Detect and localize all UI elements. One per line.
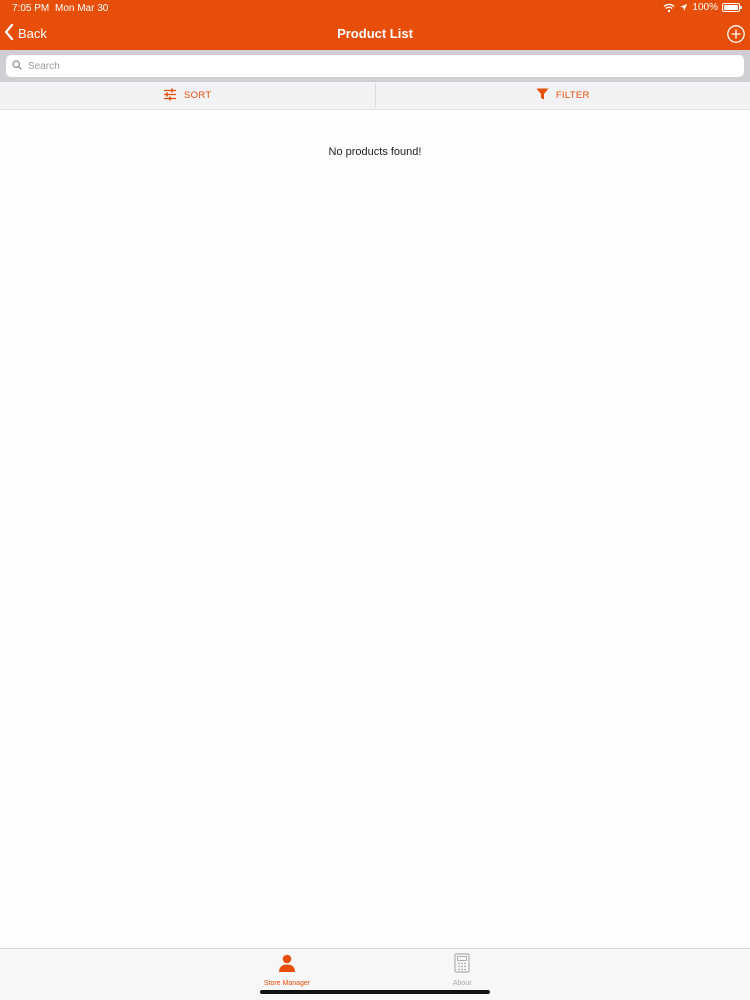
person-icon <box>277 953 297 978</box>
calculator-icon <box>454 953 470 978</box>
filter-label: FILTER <box>555 90 590 101</box>
sort-filter-bar: SORT FILTER <box>0 82 750 110</box>
home-indicator[interactable] <box>260 990 490 994</box>
search-input[interactable] <box>28 60 728 72</box>
location-arrow-icon <box>679 3 688 12</box>
search-bar <box>0 50 750 82</box>
wifi-icon <box>663 3 675 13</box>
sort-label: SORT <box>184 90 212 101</box>
add-product-button[interactable] <box>726 24 746 44</box>
status-time: 7:05 PM <box>12 3 50 14</box>
search-icon <box>12 57 22 75</box>
sliders-icon <box>163 88 177 104</box>
tab-store-manager[interactable]: Store Manager <box>247 953 327 987</box>
status-date: Mon Mar 30 <box>55 3 109 14</box>
tab-label: Store Manager <box>263 980 311 987</box>
tab-label: About <box>452 980 472 987</box>
sort-button[interactable]: SORT <box>0 82 375 109</box>
funnel-icon <box>536 88 549 103</box>
search-field[interactable] <box>6 55 744 77</box>
filter-button[interactable]: FILTER <box>376 82 750 109</box>
battery-percent: 100% <box>692 2 718 13</box>
empty-state-message: No products found! <box>328 146 422 158</box>
status-indicators: 100% <box>663 2 742 13</box>
tab-about[interactable]: About <box>422 953 502 987</box>
product-list-screen: 7:05 PM Mon Mar 30 100% Back Product Lis… <box>0 0 750 1000</box>
battery-icon <box>722 3 742 12</box>
nav-bar: Back Product List <box>0 18 750 50</box>
plus-circle-icon <box>726 25 746 48</box>
status-bar: 7:05 PM Mon Mar 30 100% <box>0 0 750 18</box>
header: 7:05 PM Mon Mar 30 100% Back Product Lis… <box>0 0 750 50</box>
page-title: Product List <box>337 26 413 41</box>
